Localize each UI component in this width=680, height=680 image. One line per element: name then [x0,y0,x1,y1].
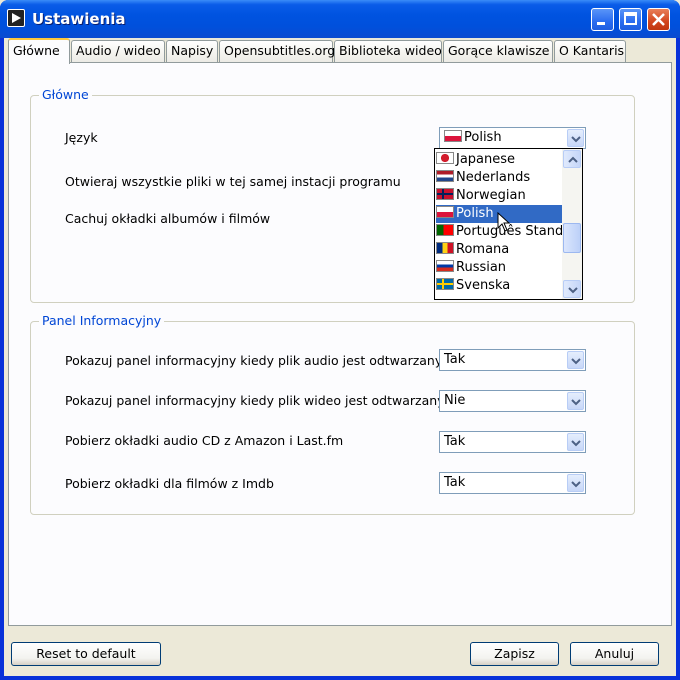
language-option-russian[interactable]: Russian [436,259,562,277]
tab-panel-glowne: Główne Język Polish Otwieraj wszystkie p… [8,62,672,626]
tab-gorace-klawisze[interactable]: Gorące klawisze [443,40,553,62]
russia-flag-icon [436,260,454,272]
save-button[interactable]: Zapisz [470,642,559,666]
chevron-down-icon[interactable] [567,433,584,451]
close-button[interactable] [647,8,670,31]
tab-opensubtitles[interactable]: Opensubtitles.org [219,40,335,62]
chevron-down-icon [568,287,578,294]
cache-covers-label: Cachuj okładki albumów i filmów [65,211,271,226]
scroll-thumb[interactable] [563,223,581,253]
info-row-label: Pokazuj panel informacyjny kiedy plik wi… [65,393,445,408]
language-option-nederlands[interactable]: Nederlands [436,169,562,187]
japan-flag-icon [436,152,454,164]
single-instance-label: Otwieraj wszystkie pliki w tej samej ins… [65,174,401,189]
reset-to-default-button[interactable]: Reset to default [11,642,161,666]
dropdown-scrollbar[interactable] [562,149,582,299]
audio-cd-covers-value: Tak [444,434,466,449]
language-option-japanese[interactable]: Japanese [436,151,562,169]
polish-flag-icon [436,206,454,218]
movie-covers-value: Tak [444,475,466,490]
portugal-flag-icon [436,224,454,236]
window-title: Ustawienia [32,10,126,28]
client-area: Główne Audio / wideo Napisy Opensubtitle… [4,38,676,676]
chevron-down-icon[interactable] [567,129,584,147]
language-select[interactable]: Polish [439,127,586,149]
group-general-legend: Główne [39,87,92,102]
netherlands-flag-icon [436,170,454,182]
scroll-up-button[interactable] [563,150,581,168]
chevron-down-icon[interactable] [567,474,584,492]
maximize-icon [624,12,637,25]
show-panel-video-select[interactable]: Nie [439,390,586,412]
sweden-flag-icon [436,278,454,290]
close-icon [652,13,665,26]
audio-cd-covers-select[interactable]: Tak [439,431,586,453]
tab-audio-wideo[interactable]: Audio / wideo [71,40,165,62]
mouse-cursor-icon [497,212,511,232]
norway-flag-icon [436,188,454,200]
group-info-panel-legend: Panel Informacyjny [39,313,165,328]
app-icon [7,9,25,27]
romania-flag-icon [436,242,454,254]
title-bar[interactable]: Ustawienia [0,0,680,38]
show-panel-audio-select[interactable]: Tak [439,349,586,371]
minimize-icon [597,22,605,25]
show-panel-audio-value: Tak [444,352,466,367]
language-option-norwegian[interactable]: Norwegian [436,187,562,205]
polish-flag-icon [444,130,462,142]
language-label: Język [65,130,98,145]
chevron-down-icon[interactable] [567,351,584,369]
language-select-value: Polish [464,130,502,145]
chevron-up-icon [568,156,578,163]
minimize-button[interactable] [591,8,614,31]
show-panel-video-value: Nie [444,393,466,408]
chevron-down-icon[interactable] [567,392,584,410]
info-row-label: Pokazuj panel informacyjny kiedy plik au… [65,353,443,368]
tab-o-kantaris[interactable]: O Kantaris [554,40,626,62]
tab-napisy[interactable]: Napisy [166,40,218,62]
info-row-label: Pobierz okładki audio CD z Amazon i Last… [65,433,344,448]
tab-glowne[interactable]: Główne [8,38,70,64]
movie-covers-select[interactable]: Tak [439,472,586,494]
cancel-button[interactable]: Anuluj [570,642,659,666]
language-option-romana[interactable]: Romana [436,241,562,259]
tab-biblioteka-wideo[interactable]: Biblioteka wideo [334,40,442,62]
language-option-svenska[interactable]: Svenska [436,277,562,295]
scroll-down-button[interactable] [563,280,581,298]
info-row-label: Pobierz okładki dla filmów z Imdb [65,476,274,491]
maximize-button[interactable] [619,8,642,31]
settings-window: Ustawienia Główne Audio / wideo Napisy O… [0,0,680,680]
